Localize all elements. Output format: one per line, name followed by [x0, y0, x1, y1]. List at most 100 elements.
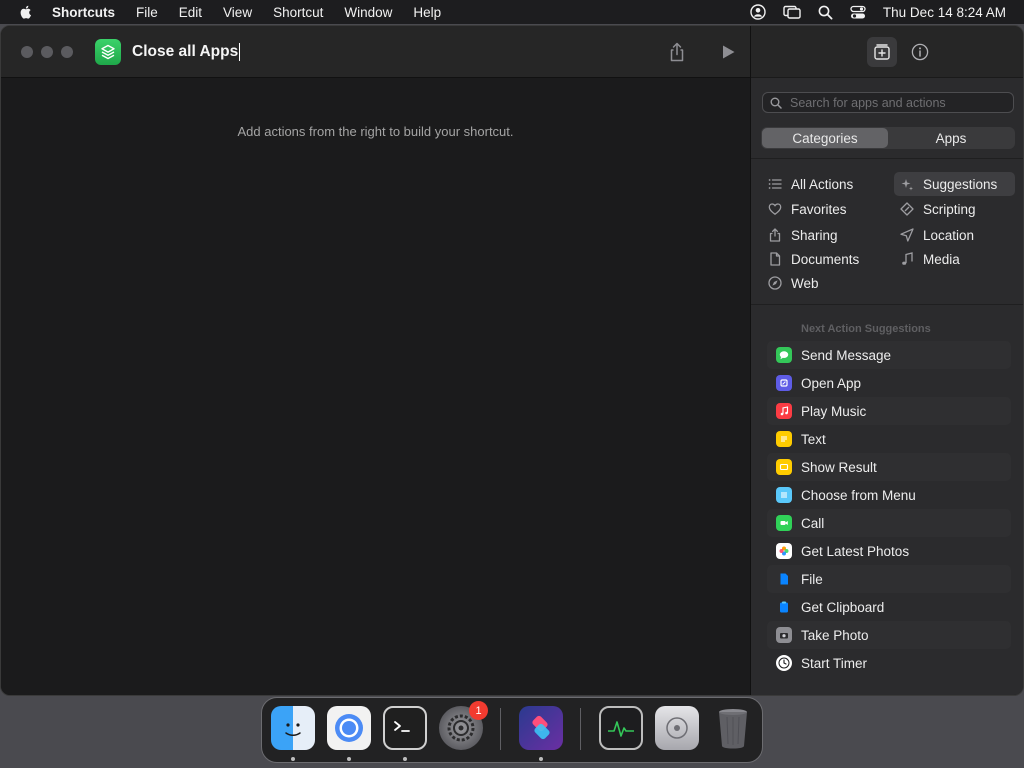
- close-window-button[interactable]: [21, 45, 33, 58]
- dock-system-settings-icon[interactable]: 1: [439, 701, 488, 750]
- shortcut-editor[interactable]: Close all Apps Add actions from the righ…: [1, 26, 750, 695]
- suggestion-label: Text: [801, 431, 826, 447]
- dock-shortcuts-icon[interactable]: [519, 706, 563, 750]
- menu-window[interactable]: Window: [344, 5, 392, 20]
- category-label: Web: [791, 275, 819, 291]
- next-action-suggestions-list: Send Message Open App Play Music Text Sh…: [767, 341, 1011, 677]
- suggestion-start-timer[interactable]: Start Timer: [767, 649, 1011, 677]
- suggestion-get-latest-photos[interactable]: Get Latest Photos: [767, 537, 1011, 565]
- menu-icon: [776, 487, 792, 503]
- category-all-actions[interactable]: All Actions: [762, 172, 882, 196]
- sidebar-toolbar: [751, 26, 1023, 78]
- control-center-icon[interactable]: [850, 5, 866, 20]
- apple-logo-icon[interactable]: [18, 4, 34, 20]
- menu-bar-clock[interactable]: Thu Dec 14 8:24 AM: [883, 5, 1006, 20]
- suggestion-get-clipboard[interactable]: Get Clipboard: [767, 593, 1011, 621]
- suggestion-open-app[interactable]: Open App: [767, 369, 1011, 397]
- running-indicator: [403, 757, 407, 761]
- tab-categories[interactable]: Categories: [762, 128, 888, 148]
- run-play-icon[interactable]: [720, 44, 736, 60]
- menu-edit[interactable]: Edit: [179, 5, 202, 20]
- suggestion-label: Open App: [801, 375, 862, 391]
- dock-chromium-icon[interactable]: [327, 706, 371, 750]
- camera-icon: [776, 627, 792, 643]
- menu-file[interactable]: File: [136, 5, 158, 20]
- file-icon: [776, 571, 792, 587]
- category-documents[interactable]: Documents: [762, 247, 882, 271]
- menu-shortcut[interactable]: Shortcut: [273, 5, 323, 20]
- category-label: Favorites: [791, 201, 847, 217]
- tab-apps[interactable]: Apps: [888, 128, 1014, 148]
- category-label: Media: [923, 251, 960, 267]
- heart-icon: [768, 203, 782, 215]
- music-icon: [776, 403, 792, 419]
- shortcuts-window: Close all Apps Add actions from the righ…: [0, 25, 1024, 696]
- editor-toolbar: Close all Apps: [1, 26, 750, 78]
- action-library-sidebar: Search for apps and actions Categories A…: [750, 26, 1023, 695]
- suggestion-label: Start Timer: [801, 655, 868, 671]
- user-account-icon[interactable]: [750, 4, 766, 20]
- notification-badge: 1: [469, 701, 488, 720]
- category-label: All Actions: [791, 176, 854, 192]
- category-location[interactable]: Location: [894, 223, 1015, 247]
- library-segmented-control: Categories Apps: [761, 127, 1015, 149]
- running-indicator: [291, 757, 295, 761]
- zoom-window-button[interactable]: [61, 45, 73, 58]
- suggestion-text[interactable]: Text: [767, 425, 1011, 453]
- share-icon[interactable]: [668, 42, 686, 62]
- category-suggestions[interactable]: Suggestions: [894, 172, 1015, 196]
- suggestion-label: Take Photo: [801, 627, 869, 643]
- clock-icon: [776, 655, 792, 671]
- divider: [751, 304, 1023, 305]
- dock-terminal-icon[interactable]: [383, 706, 427, 750]
- screen-mirroring-icon[interactable]: [783, 4, 801, 20]
- music-note-icon: [902, 252, 913, 265]
- suggestion-label: Call: [801, 515, 825, 531]
- dock-activity-monitor-icon[interactable]: [599, 706, 643, 750]
- minimize-window-button[interactable]: [41, 45, 53, 58]
- dock: 1: [261, 697, 763, 763]
- dock-disk-utility-icon[interactable]: [655, 706, 699, 750]
- category-scripting[interactable]: Scripting: [894, 197, 1015, 221]
- suggestion-play-music[interactable]: Play Music: [767, 397, 1011, 425]
- clipboard-icon: [776, 599, 792, 615]
- list-icon: [768, 179, 782, 189]
- category-favorites[interactable]: Favorites: [762, 197, 882, 221]
- menu-view[interactable]: View: [223, 5, 252, 20]
- search-icon: [770, 97, 782, 109]
- suggestion-file[interactable]: File: [767, 565, 1011, 593]
- suggestion-call[interactable]: Call: [767, 509, 1011, 537]
- shortcut-title-field[interactable]: Close all Apps: [132, 42, 241, 61]
- info-icon[interactable]: [911, 43, 929, 61]
- menu-help[interactable]: Help: [413, 5, 441, 20]
- suggestion-take-photo[interactable]: Take Photo: [767, 621, 1011, 649]
- dock-trash-icon[interactable]: [711, 706, 755, 750]
- running-indicator: [539, 757, 543, 761]
- category-web[interactable]: Web: [762, 271, 882, 295]
- dock-separator: [500, 708, 501, 750]
- suggestion-choose-from-menu[interactable]: Choose from Menu: [767, 481, 1011, 509]
- compass-icon: [768, 276, 782, 290]
- category-label: Suggestions: [923, 176, 998, 192]
- photos-icon: [776, 543, 792, 559]
- category-media[interactable]: Media: [894, 247, 1015, 271]
- suggestion-send-message[interactable]: Send Message: [767, 341, 1011, 369]
- phone-icon: [776, 515, 792, 531]
- category-label: Location: [923, 227, 975, 243]
- spotlight-search-icon[interactable]: [818, 5, 833, 20]
- menu-app-name[interactable]: Shortcuts: [52, 5, 115, 20]
- suggestions-header: Next Action Suggestions: [801, 323, 931, 335]
- suggestion-show-result[interactable]: Show Result: [767, 453, 1011, 481]
- messages-icon: [776, 347, 792, 363]
- suggestion-label: Play Music: [801, 403, 867, 419]
- shortcut-glyph-icon[interactable]: [95, 38, 121, 65]
- action-library-button[interactable]: [867, 36, 897, 67]
- scripting-icon: [900, 202, 914, 216]
- running-indicator: [347, 757, 351, 761]
- dock-finder-icon[interactable]: [271, 706, 315, 750]
- editor-toolbar-actions: [668, 42, 736, 62]
- empty-editor-hint: Add actions from the right to build your…: [237, 124, 514, 139]
- action-search-input[interactable]: Search for apps and actions: [762, 92, 1014, 113]
- category-sharing[interactable]: Sharing: [762, 223, 882, 247]
- shortcut-title-text[interactable]: Close all Apps: [132, 43, 238, 61]
